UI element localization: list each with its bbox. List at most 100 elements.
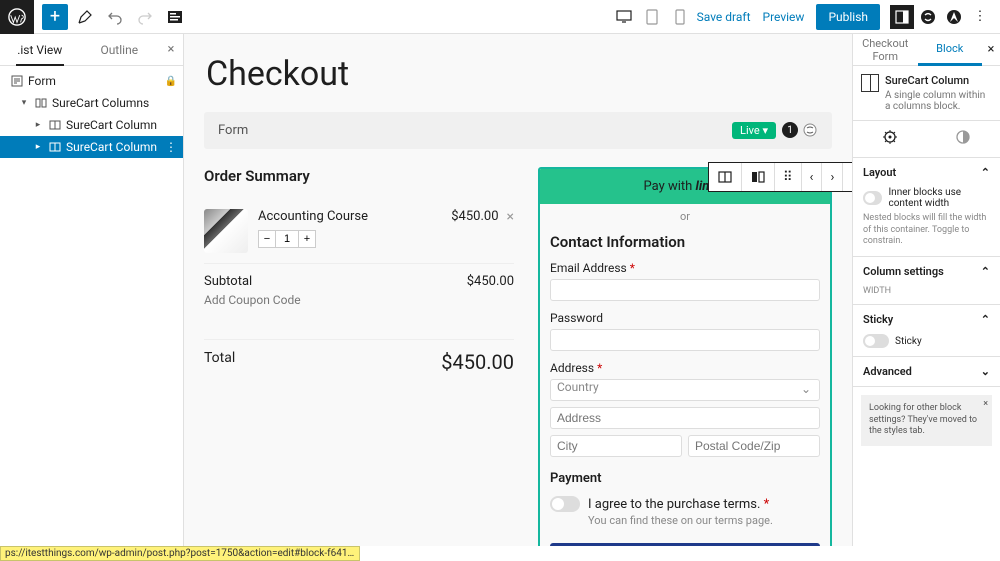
tab-checkout-form[interactable]: Checkout Form: [853, 34, 918, 65]
surecart-badge-icon: [802, 122, 818, 138]
checkout-columns: Order Summary Accounting Course − + $450…: [204, 149, 832, 546]
editor-canvas: Checkout Form Live ▾ 1 ⠿ ‹ › ⋮ Order Sum…: [184, 34, 852, 546]
drag-handle-icon[interactable]: ⠿: [775, 163, 802, 191]
postal-field[interactable]: [688, 435, 820, 457]
column-icon: [861, 74, 879, 92]
qty-increase-button[interactable]: +: [298, 230, 316, 248]
tree-node-column-1[interactable]: ▸ SureCart Column: [0, 114, 183, 136]
dismiss-notice-icon[interactable]: ×: [983, 399, 988, 411]
edit-mode-icon[interactable]: [72, 4, 98, 30]
tree-label: SureCart Columns: [52, 96, 149, 110]
password-field[interactable]: [550, 329, 820, 351]
advanced-panel: Advanced⌄: [853, 357, 1000, 387]
publish-button[interactable]: Publish: [816, 4, 880, 30]
tree-node-options-icon[interactable]: ⋮: [165, 140, 177, 154]
block-parent-icon[interactable]: [742, 163, 775, 191]
qty-input[interactable]: [276, 230, 298, 248]
more-options-icon[interactable]: ⋮: [968, 5, 992, 29]
sticky-toggle[interactable]: [863, 334, 889, 348]
sticky-panel: Sticky⌃ Sticky: [853, 305, 1000, 357]
product-thumbnail: [204, 209, 248, 253]
width-label: WIDTH: [863, 286, 990, 296]
inner-width-help: Nested blocks will fill the width of thi…: [863, 213, 990, 248]
sticky-label: Sticky: [895, 336, 922, 347]
inner-width-label: Inner blocks use content width: [888, 187, 990, 209]
qty-decrease-button[interactable]: −: [258, 230, 276, 248]
chevron-right-icon: ▸: [32, 142, 44, 152]
browser-statusbar: ps://itestthings.com/wp-admin/post.php?p…: [0, 546, 360, 561]
desktop-preview-icon[interactable]: [613, 6, 635, 28]
redo-icon[interactable]: [132, 4, 158, 30]
form-block-header[interactable]: Form Live ▾ 1: [204, 112, 832, 149]
close-list-view-icon[interactable]: ×: [159, 42, 183, 57]
block-card: SureCart Column A single column within a…: [853, 66, 1000, 121]
preview-button[interactable]: Preview: [763, 10, 805, 24]
country-select[interactable]: Country: [550, 379, 820, 401]
settings-panel-toggle[interactable]: [890, 5, 914, 29]
live-badge[interactable]: Live ▾: [732, 122, 776, 139]
tree-node-column-2[interactable]: ▸ SureCart Column ⋮: [0, 136, 183, 158]
add-coupon-link[interactable]: Add Coupon Code: [204, 293, 514, 307]
document-overview-icon[interactable]: [162, 4, 188, 30]
tree-label: SureCart Column: [66, 140, 157, 154]
contact-info-heading: Contact Information: [550, 233, 820, 251]
subtotal-value: $450.00: [467, 274, 514, 289]
layout-panel-header[interactable]: Layout⌃: [863, 166, 990, 179]
form-label: Form: [218, 123, 248, 138]
mobile-preview-icon[interactable]: [669, 6, 691, 28]
undo-icon[interactable]: [102, 4, 128, 30]
tab-outline[interactable]: Outline: [80, 34, 160, 65]
column-settings-panel: Column settings⌃ WIDTH: [853, 257, 1000, 305]
block-type-icon[interactable]: [709, 163, 742, 191]
block-tree: Form 🔒 ▾ SureCart Columns ▸ SureCart Col…: [0, 66, 183, 158]
purchase-button[interactable]: 🔒 Purchase $450.00: [550, 543, 820, 546]
page-title[interactable]: Checkout: [204, 46, 832, 112]
tree-label: Form: [28, 74, 56, 88]
wp-logo[interactable]: [0, 0, 34, 34]
agree-label: I agree to the purchase terms. *: [588, 497, 769, 512]
tab-block[interactable]: Block: [918, 35, 983, 66]
order-summary-heading: Order Summary: [204, 167, 514, 185]
columns-icon: [34, 96, 48, 110]
column-icon: [48, 140, 62, 154]
or-divider: or: [540, 204, 830, 229]
add-block-button[interactable]: +: [42, 4, 68, 30]
total-value: $450.00: [441, 350, 514, 374]
astra-icon[interactable]: [942, 5, 966, 29]
move-right-icon[interactable]: ›: [822, 163, 843, 191]
inspector-sidebar: Checkout Form Block × SureCart Column A …: [852, 34, 1000, 546]
password-label: Password: [550, 311, 820, 325]
remove-item-icon[interactable]: ×: [507, 209, 514, 225]
save-draft-button[interactable]: Save draft: [697, 10, 751, 24]
close-inspector-icon[interactable]: ×: [982, 42, 1000, 57]
tablet-preview-icon[interactable]: [641, 6, 663, 28]
layout-panel: Layout⌃ Inner blocks use content width N…: [853, 158, 1000, 257]
move-left-icon[interactable]: ‹: [802, 163, 823, 191]
lock-icon: 🔒: [165, 76, 177, 87]
agree-toggle[interactable]: [550, 496, 580, 512]
order-item-row: Accounting Course − + $450.00 ×: [204, 199, 514, 264]
block-title: SureCart Column: [885, 74, 992, 87]
surecart-icon[interactable]: [916, 5, 940, 29]
checkout-form-column[interactable]: Pay with link ⟫ or Contact Information E…: [538, 167, 832, 546]
settings-mode-icon[interactable]: [882, 129, 898, 149]
advanced-panel-header[interactable]: Advanced⌄: [863, 365, 990, 378]
block-description: A single column within a columns block.: [885, 90, 992, 112]
order-summary-column[interactable]: Order Summary Accounting Course − + $450…: [204, 167, 514, 546]
tab-list-view[interactable]: .ist View: [0, 34, 80, 65]
email-field[interactable]: [550, 279, 820, 301]
styles-mode-icon[interactable]: [955, 129, 971, 149]
list-view-sidebar: .ist View Outline × Form 🔒 ▾ SureCart Co…: [0, 34, 184, 546]
sticky-panel-header[interactable]: Sticky⌃: [863, 313, 990, 326]
address-field[interactable]: [550, 407, 820, 429]
product-name: Accounting Course: [258, 209, 368, 224]
editor-top-toolbar: + Save draft Preview Publish ⋮: [0, 0, 1000, 34]
city-field[interactable]: [550, 435, 682, 457]
tree-node-columns[interactable]: ▾ SureCart Columns: [0, 92, 183, 114]
inner-width-toggle[interactable]: [863, 191, 882, 205]
address-label: Address *: [550, 361, 820, 375]
tree-node-form[interactable]: Form 🔒: [0, 70, 183, 92]
block-toolbar: ⠿ ‹ › ⋮: [708, 162, 852, 192]
align-icon[interactable]: [843, 163, 852, 191]
column-settings-header[interactable]: Column settings⌃: [863, 265, 990, 278]
